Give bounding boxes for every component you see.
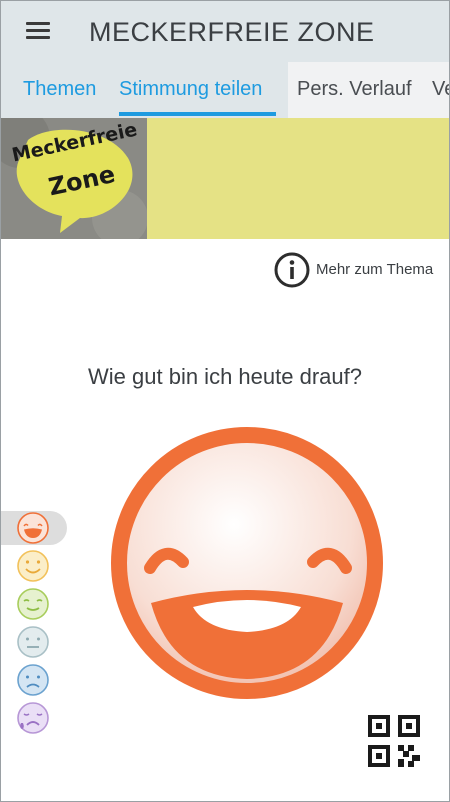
- active-tab-indicator: [119, 112, 276, 116]
- mood-very-happy-icon[interactable]: [16, 511, 50, 545]
- tab-verlauf-cut[interactable]: Ve: [432, 78, 450, 101]
- tab-pers-verlauf[interactable]: Pers. Verlauf: [297, 78, 412, 101]
- tab-themen[interactable]: Themen: [23, 78, 96, 101]
- app-title: MECKERFREIE ZONE: [89, 17, 375, 47]
- mood-content-icon[interactable]: [16, 587, 50, 621]
- selected-mood-very-happy-icon[interactable]: [108, 425, 386, 701]
- meckerfreie-zone-logo: Meckerfreie Zone: [0, 118, 147, 239]
- more-about-topic-label: Mehr zum Thema: [316, 261, 434, 278]
- mood-question: Wie gut bin ich heute drauf?: [88, 364, 362, 389]
- qr-code-icon[interactable]: [368, 715, 420, 767]
- topic-banner: Meckerfreie Zone: [0, 118, 450, 239]
- info-icon: [274, 252, 310, 288]
- mood-neutral-icon[interactable]: [16, 625, 50, 659]
- mood-crying-icon[interactable]: [16, 701, 50, 735]
- mood-happy-icon[interactable]: [16, 549, 50, 583]
- hamburger-menu-icon[interactable]: [22, 18, 54, 44]
- tab-stimmung-teilen[interactable]: Stimmung teilen: [119, 78, 262, 101]
- mood-sad-icon[interactable]: [16, 663, 50, 697]
- tab-bar: Themen Stimmung teilen Pers. Verlauf Ve: [0, 62, 450, 118]
- app-bar: MECKERFREIE ZONE: [0, 0, 450, 62]
